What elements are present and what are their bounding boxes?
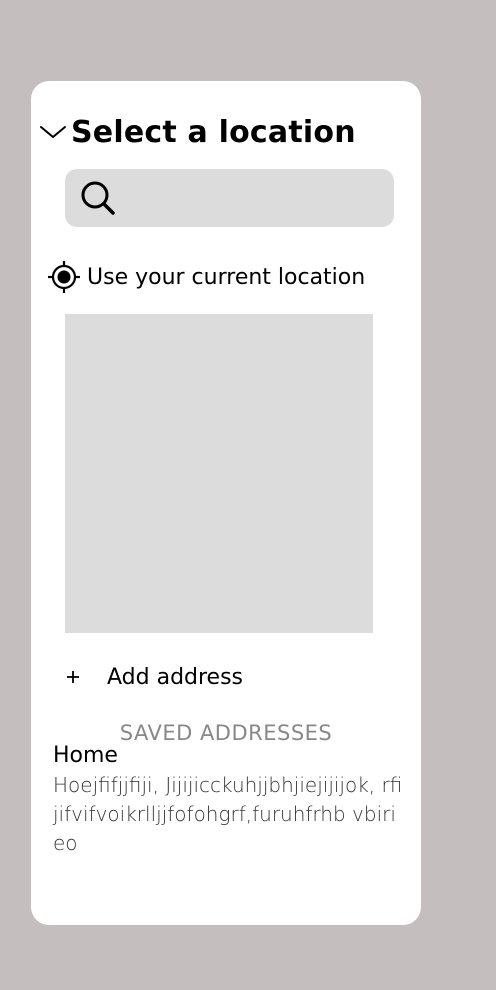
page-title: Select a location — [71, 114, 356, 150]
search-input[interactable] — [125, 169, 389, 229]
use-current-location-label: Use your current location — [87, 264, 366, 290]
panel-header: Select a location — [39, 111, 356, 153]
saved-address-name: Home — [53, 743, 118, 768]
search-field[interactable] — [65, 169, 394, 229]
map-placeholder[interactable] — [65, 314, 373, 633]
add-address-label: Add address — [107, 664, 244, 690]
add-address-button[interactable]: Add address — [65, 659, 243, 695]
plus-icon — [67, 671, 79, 683]
saved-address-text: Hoejfifjjfiji, Jijijicckuhjjbhjiejijijok… — [53, 773, 403, 855]
search-icon — [81, 181, 115, 215]
use-current-location-button[interactable]: Use your current location — [47, 257, 365, 297]
chevron-down-icon[interactable] — [39, 124, 67, 140]
location-target-icon — [48, 261, 80, 293]
saved-address-item[interactable]: Home Hoejfifjjfiji, Jijijicckuhjjbhjieji… — [53, 741, 403, 858]
location-panel: Select a location Use your current locat… — [31, 81, 421, 925]
